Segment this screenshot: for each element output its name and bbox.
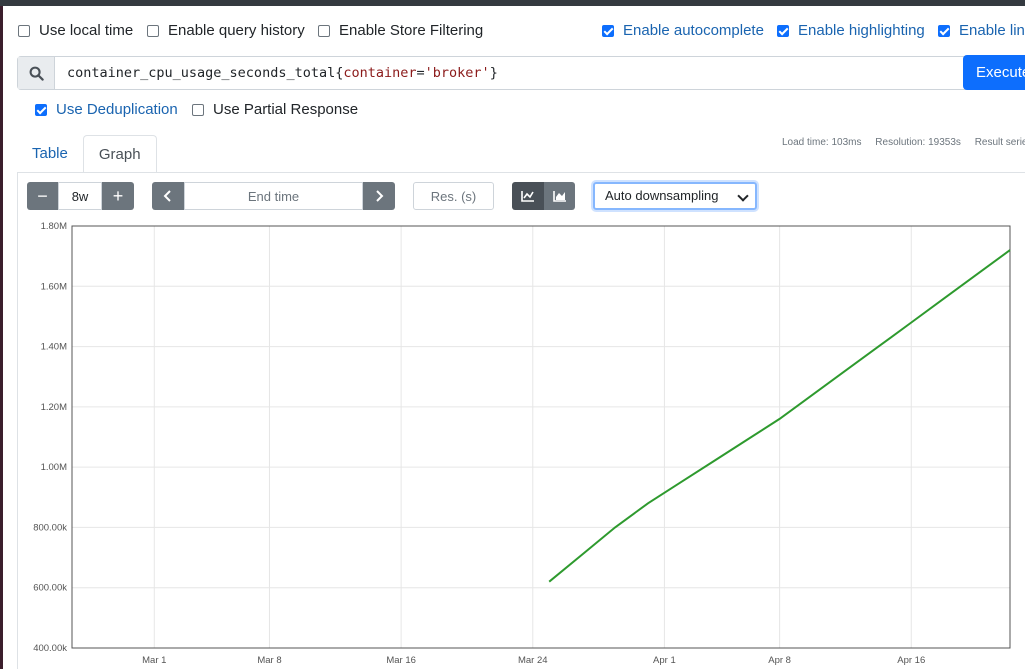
enable-store-filtering-checkbox[interactable]: Enable Store Filtering bbox=[318, 22, 483, 39]
downsampling-value: Auto downsampling bbox=[605, 188, 719, 203]
x-tick-label: Mar 8 bbox=[257, 655, 281, 666]
y-tick-label: 1.20M bbox=[41, 402, 67, 413]
enable-linter-box[interactable] bbox=[938, 24, 950, 37]
x-axis-ticks: Mar 1 Mar 8 Mar 16 Mar 24 Apr 1 Apr 8 Apr 16 bbox=[142, 655, 925, 666]
x-tick-label: Mar 1 bbox=[142, 655, 166, 666]
enable-linter-label: Enable linter bbox=[959, 22, 1025, 39]
tab-table[interactable]: Table bbox=[17, 135, 83, 173]
use-deduplication-label: Use Deduplication bbox=[56, 101, 178, 118]
stacked-chart-button[interactable] bbox=[544, 182, 575, 210]
x-tick-label: Apr 1 bbox=[653, 655, 676, 666]
resolution-input[interactable]: Res. (s) bbox=[413, 182, 494, 210]
x-tick-label: Apr 16 bbox=[897, 655, 925, 666]
y-tick-label: 1.40M bbox=[41, 342, 67, 353]
graph-chart: 400.00k 600.00k 800.00k 1.00M 1.20M 1.40M 1.60… bbox=[33, 221, 1011, 666]
query-close-brace: } bbox=[489, 65, 498, 81]
x-tick-label: Mar 24 bbox=[518, 655, 548, 666]
tab-graph[interactable]: Graph bbox=[82, 135, 157, 173]
enable-highlighting-label: Enable highlighting bbox=[798, 22, 925, 39]
y-tick-label: 600.00k bbox=[33, 583, 67, 594]
use-local-time-label: Use local time bbox=[39, 22, 134, 39]
y-tick-label: 400.00k bbox=[33, 643, 67, 654]
range-increase-button[interactable]: + bbox=[102, 182, 134, 210]
end-time-input[interactable]: End time bbox=[184, 182, 363, 210]
stacked-chart-icon bbox=[552, 191, 566, 202]
range-decrease-button[interactable]: − bbox=[27, 182, 58, 210]
use-local-time-checkbox[interactable]: Use local time bbox=[18, 22, 133, 39]
enable-autocomplete-box[interactable] bbox=[602, 24, 614, 37]
use-deduplication-box[interactable] bbox=[35, 103, 47, 116]
enable-query-history-label: Enable query history bbox=[168, 22, 305, 39]
result-series-stat: Result series: 1 bbox=[974, 137, 1025, 148]
enable-store-filtering-label: Enable Store Filtering bbox=[339, 22, 484, 39]
plot-frame bbox=[71, 225, 1011, 649]
use-partial-response-box[interactable] bbox=[192, 103, 204, 116]
chevron-down-icon bbox=[737, 190, 749, 202]
enable-query-history-box[interactable] bbox=[147, 24, 159, 37]
use-partial-response-checkbox[interactable]: Use Partial Response bbox=[192, 101, 358, 118]
panel-tabs: Table Graph bbox=[17, 135, 157, 173]
enable-query-history-checkbox[interactable]: Enable query history bbox=[147, 22, 305, 39]
range-input[interactable]: 8w bbox=[58, 182, 102, 210]
x-tick-label: Apr 8 bbox=[768, 655, 791, 666]
execute-button[interactable]: Execute bbox=[963, 55, 1025, 90]
enable-highlighting-checkbox[interactable]: Enable highlighting bbox=[777, 22, 925, 39]
use-deduplication-checkbox[interactable]: Use Deduplication bbox=[35, 101, 178, 118]
y-tick-label: 800.00k bbox=[33, 522, 67, 533]
window-left-edge bbox=[0, 6, 3, 669]
query-text[interactable]: container_cpu_usage_seconds_total{contai… bbox=[55, 57, 1024, 89]
line-chart-icon bbox=[521, 191, 534, 202]
y-tick-label: 1.80M bbox=[41, 221, 67, 232]
use-partial-response-label: Use Partial Response bbox=[213, 101, 359, 118]
window-top-bar bbox=[0, 0, 1025, 6]
x-tick-label: Mar 16 bbox=[386, 655, 416, 666]
enable-highlighting-box[interactable] bbox=[777, 24, 789, 37]
end-time-forward-button[interactable] bbox=[363, 182, 395, 210]
downsampling-select[interactable]: Auto downsampling bbox=[593, 182, 757, 210]
enable-autocomplete-checkbox[interactable]: Enable autocomplete bbox=[602, 22, 764, 39]
enable-store-filtering-box[interactable] bbox=[318, 24, 330, 37]
y-axis-ticks: 400.00k 600.00k 800.00k 1.00M 1.20M 1.40M 1.60… bbox=[33, 221, 67, 654]
search-icon bbox=[18, 57, 55, 89]
chevron-left-icon bbox=[163, 190, 171, 202]
query-label-value: 'broker' bbox=[424, 65, 490, 81]
y-tick-label: 1.00M bbox=[41, 462, 67, 473]
enable-linter-checkbox[interactable]: Enable linter bbox=[938, 22, 1025, 39]
query-stats: Load time: 103ms Resolution: 19353s Resu… bbox=[782, 137, 1025, 148]
query-label-name: container bbox=[343, 65, 417, 81]
enable-autocomplete-label: Enable autocomplete bbox=[623, 22, 764, 39]
query-equals: = bbox=[416, 65, 425, 81]
load-time: Load time: 103ms bbox=[782, 137, 862, 148]
resolution-stat: Resolution: 19353s bbox=[875, 137, 961, 148]
use-local-time-box[interactable] bbox=[18, 24, 30, 37]
end-time-back-button[interactable] bbox=[152, 182, 184, 210]
chart-grid bbox=[72, 225, 1010, 649]
y-tick-label: 1.60M bbox=[41, 281, 67, 292]
query-metric: container_cpu_usage_seconds_total bbox=[67, 65, 336, 81]
expression-input[interactable]: container_cpu_usage_seconds_total{contai… bbox=[17, 56, 1025, 90]
line-chart-button[interactable] bbox=[512, 182, 544, 210]
chevron-right-icon bbox=[376, 190, 384, 202]
